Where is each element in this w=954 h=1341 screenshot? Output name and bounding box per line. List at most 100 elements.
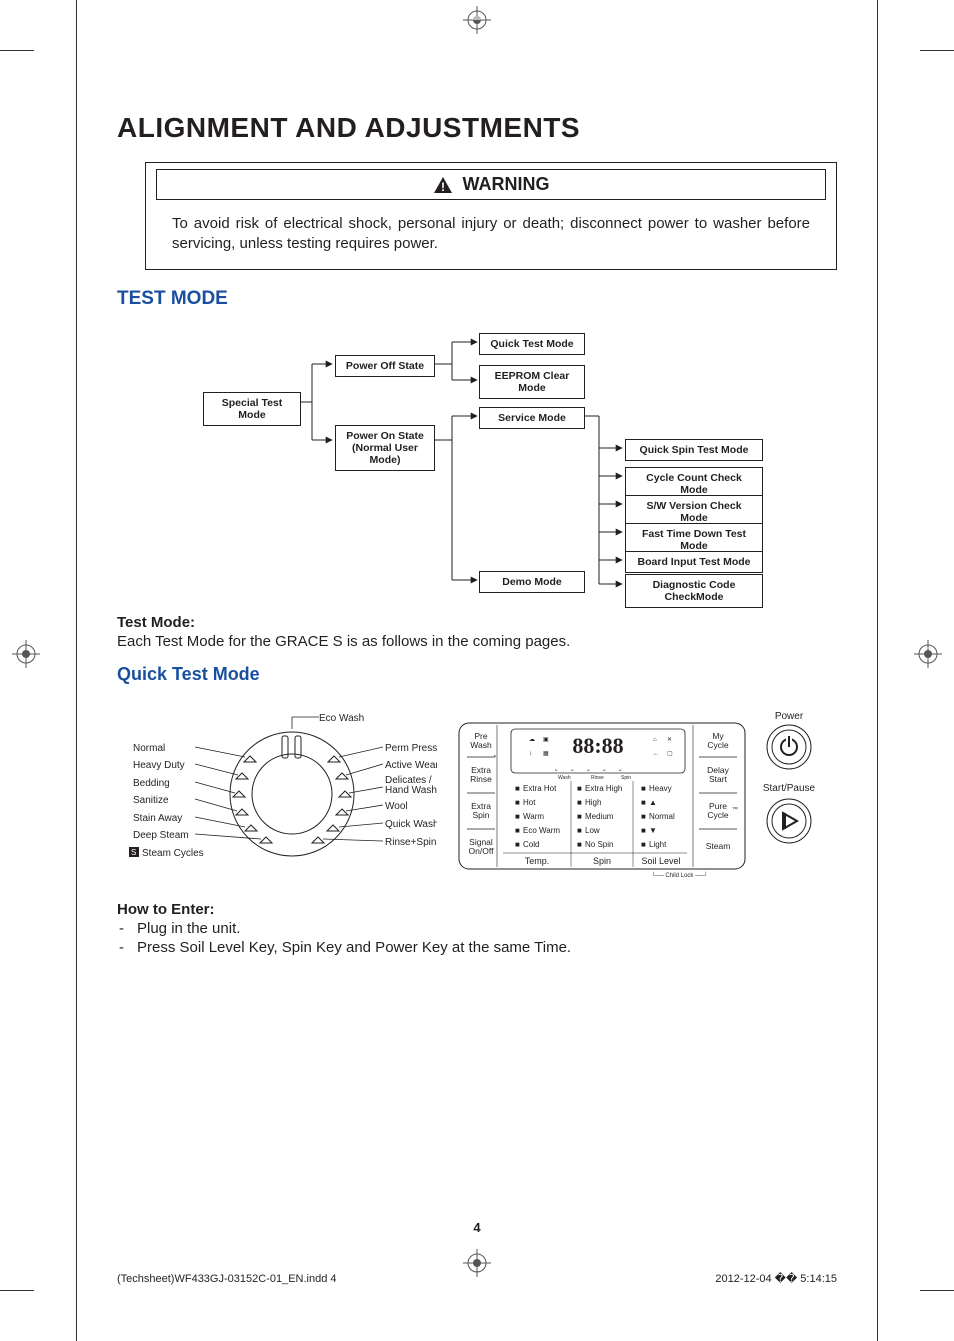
svg-text:■: ■ (641, 812, 646, 821)
svg-text:Start/Pause: Start/Pause (763, 783, 816, 794)
svg-text:▦: ▦ (543, 751, 549, 757)
svg-text:Start: Start (709, 774, 728, 784)
svg-text:Quick Wash: Quick Wash (385, 819, 437, 830)
node-power-off: Power Off State (335, 355, 435, 377)
svg-text:88:88: 88:88 (572, 733, 623, 758)
svg-text:Cycle: Cycle (707, 740, 729, 750)
svg-text:!: ! (441, 180, 445, 194)
svg-text:Steam Cycles: Steam Cycles (142, 848, 204, 859)
svg-text:▣: ▣ (543, 737, 549, 743)
node-diag: Diagnostic CodeCheckMode (625, 574, 763, 608)
svg-text:⎵: ⎵ (587, 765, 590, 771)
node-quick-spin: Quick Spin Test Mode (625, 439, 763, 461)
svg-text:■: ■ (641, 826, 646, 835)
svg-text:Wool: Wool (385, 801, 408, 812)
svg-text:⎵: ⎵ (619, 765, 622, 771)
svg-text:■: ■ (577, 784, 582, 793)
svg-text:■: ■ (515, 798, 520, 807)
svg-text:Active Wear: Active Wear (385, 760, 437, 771)
svg-text:Normal: Normal (649, 812, 675, 821)
page-title: ALIGNMENT AND ADJUSTMENTS (117, 112, 837, 144)
svg-text:Eco Warm: Eco Warm (523, 826, 560, 835)
node-eeprom: EEPROM ClearMode (479, 365, 585, 399)
page-number: 4 (77, 1220, 877, 1235)
svg-text:Extra Hot: Extra Hot (523, 784, 557, 793)
node-quick-test: Quick Test Mode (479, 333, 585, 355)
svg-text:Wash: Wash (470, 740, 492, 750)
svg-text:▢: ▢ (667, 751, 673, 757)
svg-text:└── Child Lock ──┘: └── Child Lock ──┘ (651, 871, 708, 879)
svg-text:High: High (585, 798, 601, 807)
svg-text:Rinse: Rinse (591, 775, 604, 781)
svg-text:■: ■ (515, 784, 520, 793)
svg-text:Soil Level: Soil Level (641, 856, 680, 866)
svg-text:Heavy Duty: Heavy Duty (133, 760, 185, 771)
svg-text:■: ■ (641, 840, 646, 849)
svg-text:Deep Steam: Deep Steam (133, 830, 189, 841)
svg-text:Eco Wash: Eco Wash (319, 713, 364, 724)
test-mode-subtext: Each Test Mode for the GRACE S is as fol… (117, 633, 837, 650)
test-mode-diagram: Special Test Mode Power Off State Power … (117, 322, 837, 602)
svg-text:■: ■ (577, 812, 582, 821)
footer-date: 2012-12-04 �� 5:14:15 (715, 1272, 837, 1285)
svg-text:☁: ☁ (529, 737, 535, 743)
svg-text:S: S (131, 848, 136, 857)
svg-text:▲: ▲ (649, 798, 657, 807)
svg-text:■: ■ (577, 840, 582, 849)
node-demo: Demo Mode (479, 571, 585, 593)
warning-box: ! WARNING To avoid risk of electrical sh… (145, 162, 837, 270)
svg-text:Heavy: Heavy (649, 784, 672, 793)
how-to-enter-steps: -Plug in the unit. -Press Soil Level Key… (117, 920, 837, 956)
warning-text: To avoid risk of electrical shock, perso… (146, 206, 836, 255)
warning-header: ! WARNING (156, 169, 826, 200)
svg-text:Power: Power (775, 711, 804, 722)
svg-text:■: ■ (515, 826, 520, 835)
svg-text:Sanitize: Sanitize (133, 795, 169, 806)
svg-text:Cold: Cold (523, 840, 539, 849)
test-mode-heading: TEST MODE (117, 288, 837, 310)
svg-text:■: ■ (577, 798, 582, 807)
svg-text:Hand Wash: Hand Wash (385, 785, 437, 796)
node-service: Service Mode (479, 407, 585, 429)
svg-text:Warm: Warm (523, 812, 544, 821)
svg-text:■: ■ (515, 812, 520, 821)
svg-text:✕: ✕ (667, 737, 672, 743)
control-panel-figure: PreWash ExtraRinse ExtraSpin SignalOn/Of… (455, 699, 835, 889)
node-special: Special Test Mode (203, 392, 301, 426)
svg-text:Extra High: Extra High (585, 784, 622, 793)
svg-text:▼: ▼ (649, 826, 657, 835)
svg-text:Rinse: Rinse (470, 774, 492, 784)
how-to-enter-heading: How to Enter: (117, 901, 837, 918)
svg-text:⎵: ⎵ (571, 765, 574, 771)
svg-text:⌂: ⌂ (653, 737, 657, 743)
svg-text:Cycle: Cycle (707, 810, 729, 820)
svg-text:Low: Low (585, 826, 600, 835)
svg-text:Perm Press: Perm Press (385, 743, 437, 754)
svg-text:Wash: Wash (558, 775, 571, 781)
svg-text:■: ■ (577, 826, 582, 835)
svg-text:Medium: Medium (585, 812, 614, 821)
svg-text:■: ■ (515, 840, 520, 849)
svg-text:Temp.: Temp. (525, 856, 550, 866)
warning-icon: ! (433, 176, 453, 194)
node-board-input: Board Input Test Mode (625, 551, 763, 573)
svg-text:⎵: ⎵ (555, 765, 558, 771)
svg-text:■: ■ (641, 798, 646, 807)
svg-text:™: ™ (732, 806, 738, 813)
svg-text:Rinse+Spin: Rinse+Spin (385, 837, 436, 848)
quick-test-heading: Quick Test Mode (117, 664, 837, 685)
svg-text:Steam: Steam (706, 841, 731, 851)
svg-text:Bedding: Bedding (133, 778, 170, 789)
svg-text:Normal: Normal (133, 743, 165, 754)
svg-text:Hot: Hot (523, 798, 536, 807)
warning-label: WARNING (463, 174, 550, 195)
test-mode-subheading: Test Mode: (117, 614, 837, 631)
svg-text:On/Off: On/Off (469, 846, 495, 856)
svg-text:←: ← (653, 751, 659, 757)
svg-text:Spin: Spin (593, 856, 611, 866)
svg-text:No Spin: No Spin (585, 840, 613, 849)
svg-text:Light: Light (649, 840, 667, 849)
node-power-on: Power On State(Normal User Mode) (335, 425, 435, 471)
svg-text:⎵: ⎵ (603, 765, 606, 771)
footer-file: (Techsheet)WF433GJ-03152C-01_EN.indd 4 (117, 1273, 337, 1285)
